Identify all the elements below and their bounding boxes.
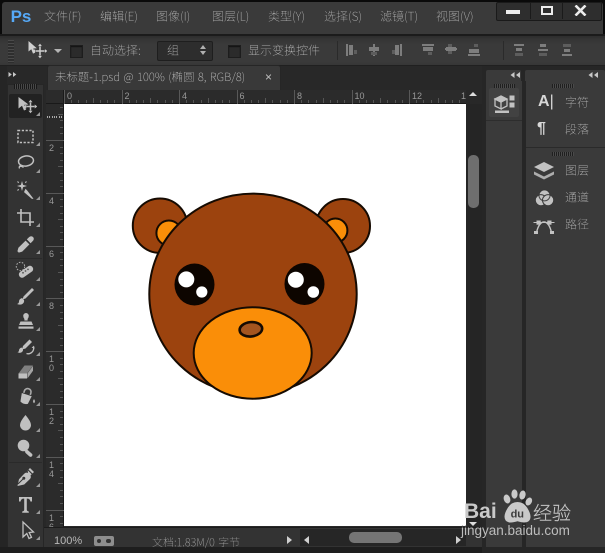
- svg-text:du: du: [511, 509, 524, 521]
